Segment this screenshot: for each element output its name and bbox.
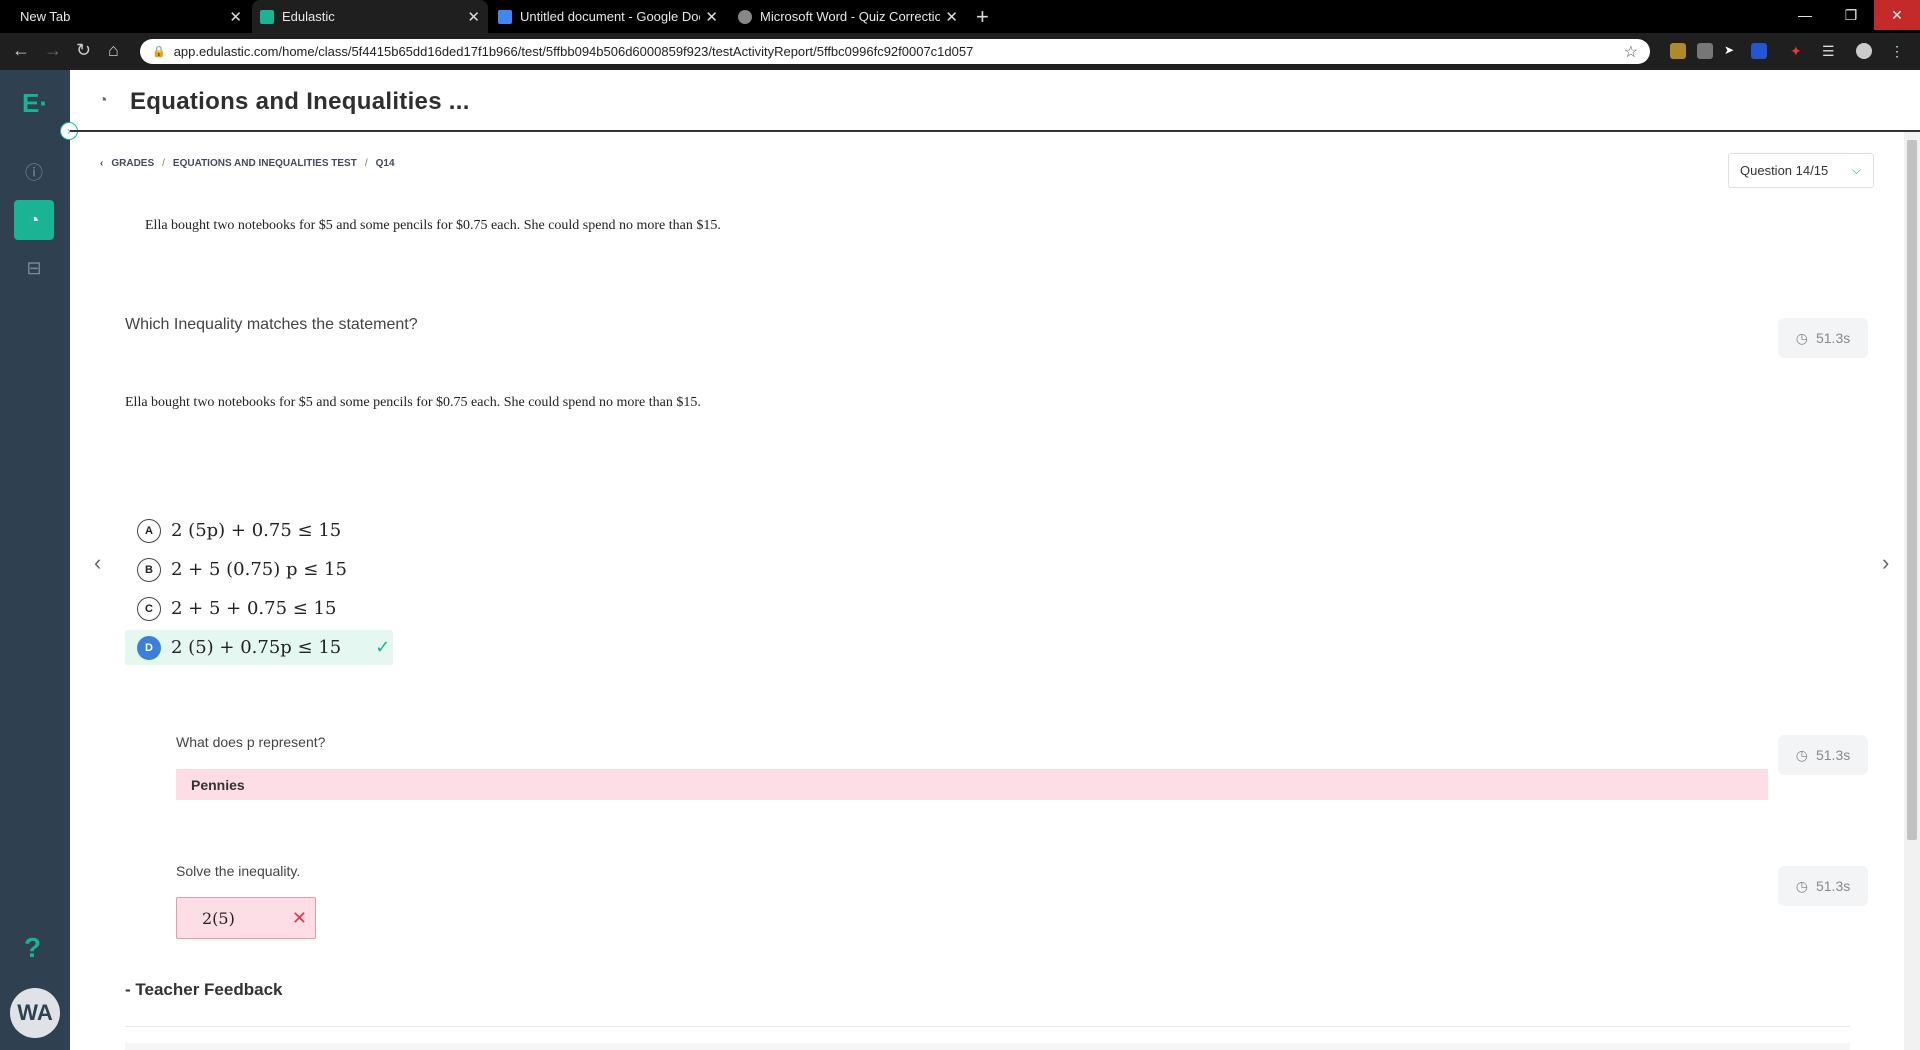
close-icon[interactable]: ✕ [705, 8, 718, 26]
time-spent-value: 51.3s [1815, 330, 1851, 346]
option-text: 2 (5p) + 0.75 ≤ 15 [171, 520, 342, 541]
previous-question-arrow-icon[interactable]: ‹ [94, 550, 101, 576]
puzzle-icon[interactable]: ✦ [1790, 43, 1806, 59]
tab-word-quiz[interactable]: Microsoft Word - Quiz Correctio ✕ [730, 0, 966, 33]
sidebar-item-reports[interactable]: ◔ [14, 200, 54, 240]
new-tab-button[interactable]: + [976, 4, 989, 30]
time-spent-value: 51.3s [1815, 747, 1851, 763]
reload-icon[interactable]: ↻ [76, 40, 91, 61]
chevron-left-icon[interactable]: ‹ [100, 158, 103, 169]
next-question-arrow-icon[interactable]: › [1882, 550, 1889, 576]
url-text: app.edulastic.com/home/class/5f4415b65dd… [173, 44, 974, 59]
menu-kebab-icon[interactable]: ⋮ [1890, 43, 1906, 59]
back-arrow-icon[interactable]: ← [12, 40, 30, 61]
answer-value: 2(5) [202, 908, 235, 928]
forward-arrow-icon[interactable]: → [44, 40, 62, 61]
time-spent-badge: ◷ 51.3s [1778, 318, 1868, 358]
clock-icon: ◷ [1795, 329, 1808, 346]
option-label: B [137, 557, 161, 582]
sidebar-item-dashboard[interactable]: ⓘ [14, 152, 54, 192]
page-scrollbar[interactable] [1904, 132, 1920, 1050]
clock-icon: ◷ [1795, 746, 1808, 763]
question-text: Which Inequality matches the statement? [125, 316, 418, 333]
divider [125, 1026, 1850, 1027]
edulastic-logo[interactable]: E· [22, 88, 48, 119]
browser-toolbar: ← → ↻ ⌂ 🔒 app.edulastic.com/home/class/5… [0, 33, 1920, 70]
page-title: Equations and Inequalities ... [130, 88, 470, 115]
restore-button[interactable]: ❐ [1828, 0, 1874, 30]
breadcrumb-item-question: Q14 [375, 158, 395, 169]
bookmark-star-icon[interactable]: ☆ [1624, 42, 1638, 62]
option-c[interactable]: C 2 + 5 + 0.75 ≤ 15 [125, 591, 336, 626]
option-text: 2 (5) + 0.75p ≤ 15 [171, 637, 342, 658]
breadcrumb: ‹ GRADES / EQUATIONS AND INEQUALITIES TE… [100, 158, 395, 169]
incorrect-x-icon: ✕ [291, 907, 307, 929]
option-text: 2 + 5 + 0.75 ≤ 15 [171, 598, 337, 619]
tab-google-doc[interactable]: Untitled document - Google Doc ✕ [490, 0, 726, 33]
teacher-feedback-heading[interactable]: - Teacher Feedback [125, 980, 282, 1000]
tab-title: Microsoft Word - Quiz Correctio [760, 9, 940, 24]
option-d[interactable]: D 2 (5) + 0.75p ≤ 15 ✓ [125, 630, 393, 665]
extension-icon[interactable] [1697, 43, 1713, 59]
option-text: 2 + 5 (0.75) p ≤ 15 [171, 559, 347, 580]
tab-title: New Tab [20, 9, 71, 24]
breadcrumb-separator: / [364, 158, 368, 169]
breadcrumb-separator: / [162, 158, 165, 169]
lock-icon: 🔒 [152, 46, 166, 58]
close-icon[interactable]: ✕ [229, 8, 242, 26]
close-icon[interactable]: ✕ [467, 8, 480, 26]
question-select-value: Question 14/15 [1740, 163, 1829, 178]
sub-question-text: Solve the inequality. [176, 863, 301, 879]
extension-icon[interactable] [1670, 43, 1686, 59]
stimulus-text: Ella bought two notebooks for $5 and som… [145, 218, 721, 233]
report-icon: ◔ [98, 92, 108, 109]
google-docs-favicon-icon [498, 9, 512, 24]
option-label: C [137, 596, 161, 621]
sidebar-item-store[interactable]: ⊟ [14, 248, 54, 288]
time-spent-value: 51.3s [1815, 878, 1851, 894]
breadcrumb-item-test[interactable]: EQUATIONS AND INEQUALITIES TEST [173, 158, 357, 169]
tab-edulastic[interactable]: Edulastic ✕ [252, 0, 488, 33]
edulastic-favicon-icon [260, 9, 274, 24]
tab-new-tab[interactable]: New Tab ✕ [10, 0, 250, 33]
question-select-dropdown[interactable]: Question 14/15 ⌵ [1728, 153, 1874, 188]
close-icon[interactable]: ✕ [945, 8, 958, 26]
window-close-button[interactable]: ✕ [1874, 0, 1920, 30]
tab-title: Edulastic [282, 9, 335, 24]
option-label: D [137, 635, 161, 660]
checkmark-icon: ✓ [375, 637, 391, 658]
question-stimulus: Ella bought two notebooks for $5 and som… [125, 395, 701, 410]
tab-title: Untitled document - Google Doc [520, 9, 700, 24]
address-bar[interactable]: 🔒 app.edulastic.com/home/class/5f4415b65… [140, 39, 1650, 64]
sidebar: E· › ⓘ ◔ ⊟ ? WA [0, 70, 78, 1050]
extension-icon[interactable] [1751, 43, 1767, 59]
sub-question-text: What does p represent? [176, 734, 326, 750]
option-a[interactable]: A 2 (5p) + 0.75 ≤ 15 [125, 513, 341, 548]
option-b[interactable]: B 2 + 5 (0.75) p ≤ 15 [125, 552, 347, 587]
breadcrumb-item-grades[interactable]: GRADES [111, 158, 154, 169]
scrollbar-thumb[interactable] [1907, 140, 1917, 840]
profile-avatar-icon[interactable] [1856, 43, 1872, 59]
clock-icon: ◷ [1795, 877, 1808, 894]
student-answer-incorrect-box: 2(5) ✕ [176, 897, 316, 939]
globe-favicon-icon [738, 9, 752, 24]
student-answer-incorrect: Pennies [176, 769, 1768, 800]
cursor-extension-icon[interactable]: ➤ [1724, 43, 1740, 59]
time-spent-badge: ◷ 51.3s [1778, 866, 1868, 906]
avatar[interactable]: WA [10, 988, 60, 1038]
time-spent-badge: ◷ 51.3s [1778, 735, 1868, 775]
option-label: A [137, 518, 161, 543]
minimize-button[interactable]: — [1782, 0, 1828, 30]
browser-tab-bar: New Tab ✕ Edulastic ✕ Untitled document … [0, 0, 1920, 33]
playlist-icon[interactable]: ☰ [1822, 43, 1838, 59]
page-header: ◔ Equations and Inequalities ... [70, 70, 1920, 132]
feedback-card [125, 1043, 1850, 1050]
help-icon[interactable]: ? [24, 932, 41, 964]
chevron-down-icon: ⌵ [1851, 163, 1861, 177]
home-icon[interactable]: ⌂ [108, 40, 119, 61]
